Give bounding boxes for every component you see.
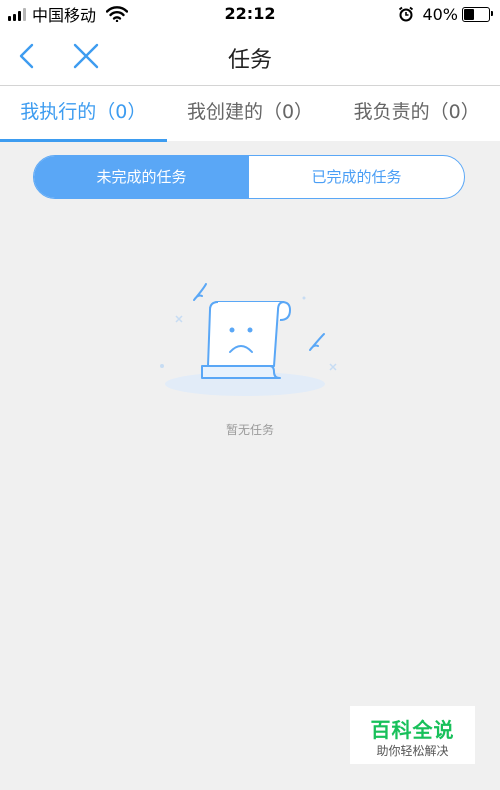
status-bar: 中国移动 22:12 40%	[0, 0, 500, 28]
watermark-subtitle: 助你轻松解决	[376, 744, 449, 758]
tab-responsible[interactable]: 我负责的（0）	[333, 86, 500, 141]
battery-icon	[462, 6, 493, 22]
watermark-badge: 百科全说 助你轻松解决	[350, 706, 475, 764]
battery-fill	[464, 8, 474, 20]
empty-document-icon	[160, 283, 337, 396]
tab-executed[interactable]: 我执行的（0）	[0, 86, 167, 142]
alarm-icon	[399, 6, 414, 22]
battery-percent: 40%	[422, 4, 458, 24]
status-right: 40%	[398, 4, 493, 24]
segment-incomplete[interactable]: 未完成的任务	[34, 156, 249, 198]
empty-state-message: 暂无任务	[225, 423, 274, 437]
watermark-title: 百科全说	[370, 718, 455, 742]
tab-bar: 我执行的（0） 我创建的（0） 我负责的（0）	[0, 86, 500, 142]
nav-bar: 任务	[0, 28, 500, 86]
tab-created[interactable]: 我创建的（0）	[167, 86, 334, 141]
page-title: 任务	[227, 48, 272, 73]
segment-completed[interactable]: 已完成的任务	[249, 156, 464, 198]
status-segmented-control: 未完成的任务 已完成的任务	[33, 155, 465, 199]
